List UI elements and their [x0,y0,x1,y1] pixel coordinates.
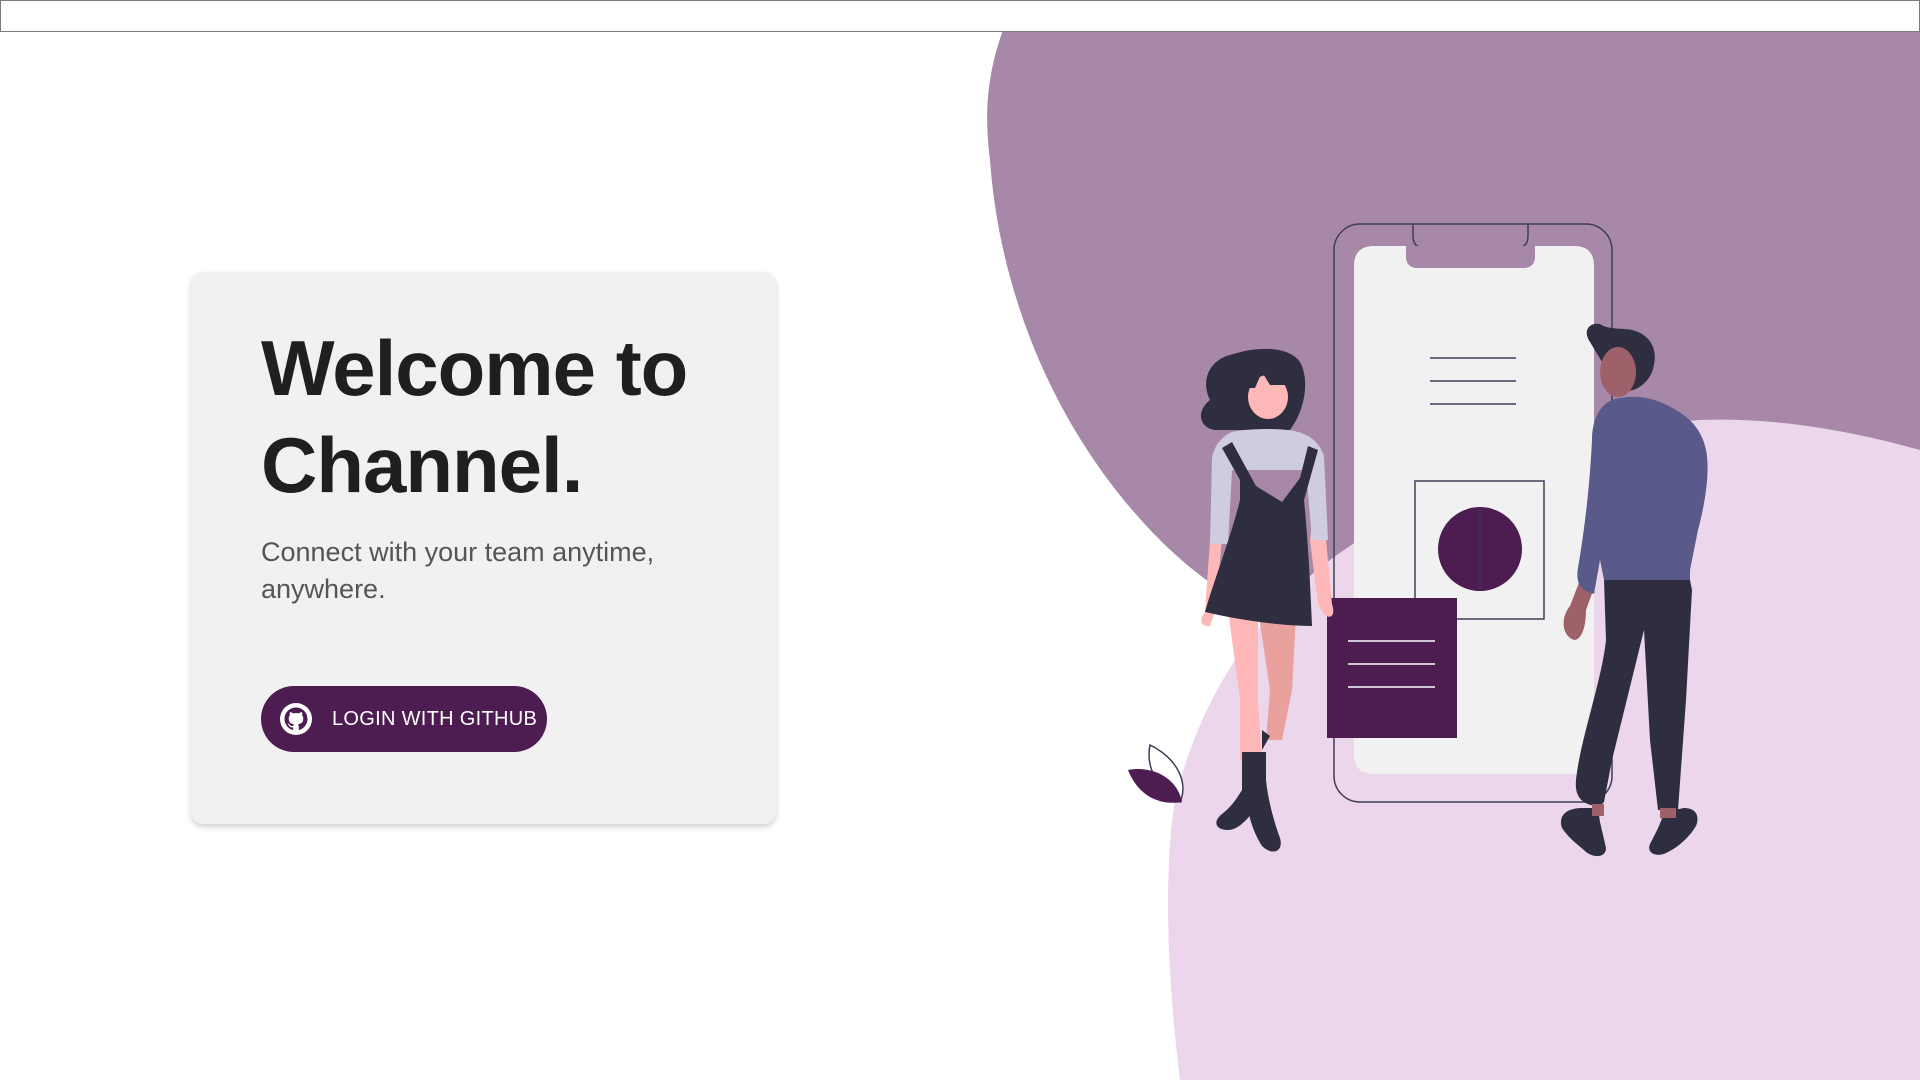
top-bar [0,0,1920,32]
leaf-decoration [1128,743,1184,804]
page-subtitle: Connect with your team anytime, anywhere… [261,537,655,604]
message-card-illustration [1327,598,1457,738]
github-icon [279,702,313,736]
login-with-github-button[interactable]: LOGIN WITH GITHUB [261,686,547,752]
page-title: Welcome to Channel. [261,324,688,509]
welcome-card: Welcome to Channel. Connect with your te… [191,272,776,824]
login-page: Welcome to Channel. Connect with your te… [0,0,1920,1080]
login-button-label: LOGIN WITH GITHUB [332,707,538,730]
